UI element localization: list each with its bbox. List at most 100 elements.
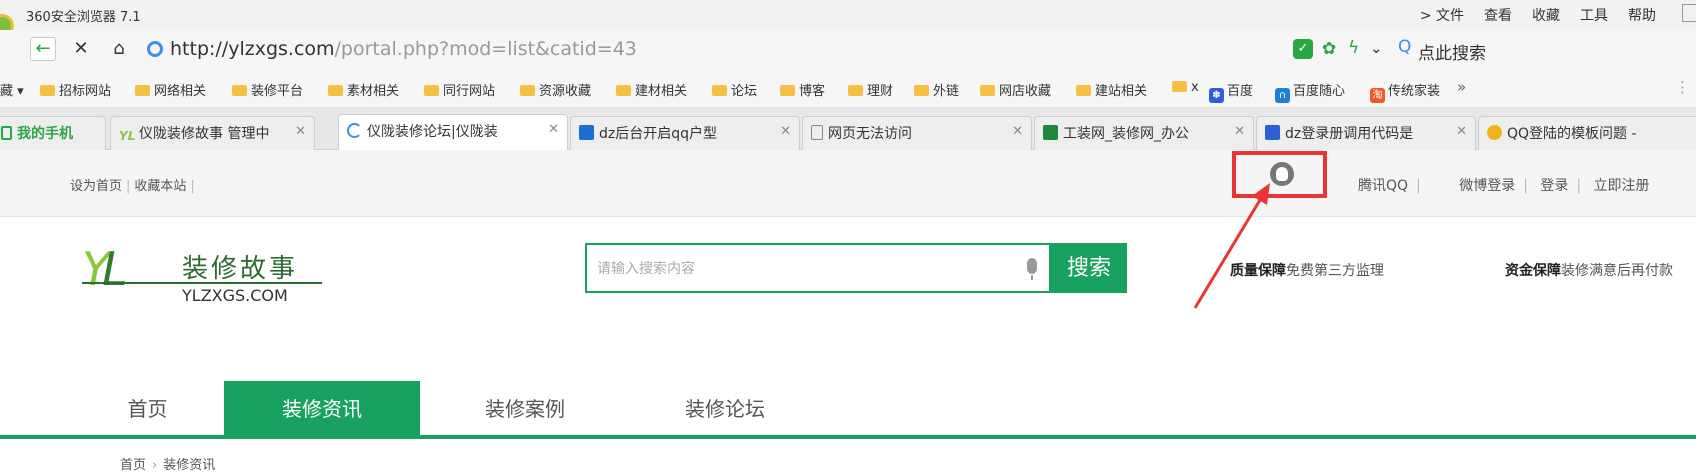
menu-help[interactable]: 帮助 — [1628, 5, 1656, 25]
search-button[interactable]: 搜索 — [1051, 243, 1127, 293]
logo-chinese: 装修故事 — [182, 254, 299, 284]
weibo-login-link[interactable]: 微博登录 — [1459, 178, 1515, 194]
bookmark-item[interactable]: 招标网站 — [40, 80, 111, 99]
tab-qq-template[interactable]: QQ登陆的模板问题 - — [1478, 116, 1696, 150]
folder-icon — [232, 85, 247, 96]
address-bar[interactable]: http://ylzxgs.com/portal.php?mod=list&ca… — [170, 38, 637, 60]
bookmark-item[interactable]: 同行网站 — [424, 80, 495, 99]
close-icon[interactable]: ✕ — [1234, 124, 1245, 139]
folder-icon — [328, 85, 343, 96]
bookmark-item[interactable]: 理财 — [848, 80, 893, 99]
site-search-input[interactable] — [597, 257, 977, 281]
close-icon[interactable]: ✕ — [1456, 124, 1467, 139]
qq-penguin-icon[interactable] — [1270, 162, 1294, 186]
menu-view[interactable]: 查看 — [1484, 5, 1512, 25]
baidu-paw-icon: ✽ — [1209, 88, 1224, 103]
back-arrow-icon[interactable]: ← — [30, 37, 56, 61]
tab-gongzhuang[interactable]: 工装网_装修网_办公 ✕ — [1034, 116, 1254, 150]
folder-icon — [40, 85, 55, 96]
url-path: /portal.php?mod=list&catid=43 — [334, 38, 637, 60]
stop-icon[interactable]: ✕ — [70, 38, 92, 60]
chevron-down-icon[interactable]: ⌄ — [1370, 39, 1383, 57]
bookmarks-menu[interactable]: 藏 ▾ — [0, 80, 24, 99]
bookmark-item[interactable]: 外链 — [914, 80, 959, 99]
window-control-button[interactable] — [1682, 4, 1696, 22]
baidu-paw-icon — [1265, 125, 1280, 140]
bookmark-item[interactable]: x — [1172, 80, 1199, 95]
login-link[interactable]: 登录 — [1540, 178, 1568, 194]
browser-search-input[interactable]: 点此搜索 — [1418, 39, 1486, 64]
tab-admin[interactable]: YL 仪陇装修故事 管理中 ✕ — [110, 116, 315, 150]
close-icon[interactable]: ✕ — [548, 122, 559, 137]
folder-icon — [135, 85, 150, 96]
tab-strip: 我的手机 YL 仪陇装修故事 管理中 ✕ 仪陇装修论坛|仪陇装 ✕ dz后台开启qq户… — [0, 108, 1696, 151]
site-search-box — [585, 243, 1051, 293]
extension-icon[interactable]: ✿ — [1322, 39, 1336, 59]
tab-dz-login[interactable]: dz登录册调用代码是 ✕ — [1256, 116, 1476, 150]
nav-home[interactable]: 首页 — [95, 381, 200, 437]
close-icon[interactable]: ✕ — [1012, 124, 1023, 139]
folder-icon — [980, 85, 995, 96]
tab-page-error[interactable]: 网页无法访问 ✕ — [802, 116, 1032, 150]
tab-dz-qq[interactable]: dz后台开启qq户型 ✕ — [570, 116, 800, 150]
bookmark-item[interactable]: 网店收藏 — [980, 80, 1051, 99]
folder-icon — [520, 85, 535, 96]
bookmark-item[interactable]: 淘传统家装 — [1370, 80, 1440, 103]
breadcrumb: 首页 › 装修资讯 — [120, 458, 216, 473]
nav-news[interactable]: 装修资讯 — [224, 381, 420, 437]
logo-english: YLZXGS.COM — [182, 286, 288, 305]
tab-my-phone[interactable]: 我的手机 — [0, 116, 106, 150]
microphone-icon[interactable] — [1027, 258, 1037, 280]
phone-icon — [1, 126, 12, 140]
page-icon — [811, 125, 823, 140]
menu-file[interactable]: > 文件 — [1420, 5, 1464, 25]
nav-cases[interactable]: 装修案例 — [450, 381, 600, 437]
search-icon[interactable]: Q — [1398, 37, 1411, 57]
bookmark-item[interactable]: 博客 — [780, 80, 825, 99]
bookmark-item[interactable]: 资源收藏 — [520, 80, 591, 99]
security-shield-icon[interactable]: ✓ — [1293, 39, 1313, 59]
tab-forum-active[interactable]: 仪陇装修论坛|仪陇装 ✕ — [338, 114, 568, 151]
site-top-strip: 设为首页 | 收藏本站 | 腾讯QQ | 微博登录 | 登录 | 立即注册 — [0, 150, 1696, 217]
bookmark-item[interactable]: 建站相关 — [1076, 80, 1147, 99]
close-icon[interactable]: ✕ — [295, 124, 306, 139]
folder-icon — [848, 85, 863, 96]
menu-favorites[interactable]: 收藏 — [1532, 5, 1560, 25]
bookmark-item[interactable]: ✽ 百度 — [1209, 80, 1253, 103]
gz-logo-icon — [1043, 125, 1058, 140]
bookmark-item[interactable]: ∩ 百度随心 — [1275, 80, 1345, 103]
yl-logo-icon: YL — [119, 129, 136, 143]
bookmark-item[interactable]: 装修平台 — [232, 80, 303, 99]
lightning-icon[interactable]: ϟ — [1348, 38, 1359, 58]
loading-spinner-icon — [347, 123, 362, 138]
folder-icon — [424, 85, 439, 96]
bookmark-item[interactable]: 论坛 — [712, 80, 757, 99]
site-logo[interactable]: YL 装修故事 YLZXGS.COM — [82, 238, 322, 308]
window-titlebar: 360安全浏览器 7.1 > 文件 查看 收藏 工具 帮助 — [0, 0, 1696, 38]
menu-tools[interactable]: 工具 — [1580, 5, 1608, 25]
folder-icon — [1172, 81, 1187, 92]
breadcrumb-home[interactable]: 首页 — [120, 458, 146, 473]
bookmark-item[interactable]: 素材相关 — [328, 80, 399, 99]
nav-underline — [0, 435, 1696, 439]
folder-icon — [780, 85, 795, 96]
bookmarks-overflow-icon[interactable]: » — [1457, 78, 1466, 96]
logo-divider — [82, 282, 322, 284]
bookmark-item[interactable]: 建材相关 — [616, 80, 687, 99]
home-icon[interactable]: ⌂ — [108, 38, 130, 60]
qq-yellow-icon — [1487, 125, 1502, 140]
close-icon[interactable]: ✕ — [780, 124, 791, 139]
tencent-qq-link[interactable]: 腾讯QQ — [1358, 178, 1408, 194]
bookmarks-bar: 藏 ▾ 招标网站 网络相关 装修平台 素材相关 同行网站 资源收藏 建材相关 论… — [0, 68, 1696, 108]
set-homepage-link[interactable]: 设为首页 — [70, 179, 122, 194]
bookmark-item[interactable]: 网络相关 — [135, 80, 206, 99]
register-link[interactable]: 立即注册 — [1594, 178, 1650, 194]
bookmark-site-link[interactable]: 收藏本站 — [134, 179, 186, 194]
nav-forum[interactable]: 装修论坛 — [650, 381, 800, 437]
main-navigation: 首页 装修资讯 装修案例 装修论坛 — [0, 381, 1696, 437]
top-left-links: 设为首页 | 收藏本站 | — [70, 179, 195, 194]
breadcrumb-news[interactable]: 装修资讯 — [163, 458, 215, 473]
top-right-links: 腾讯QQ | 微博登录 | 登录 | 立即注册 — [1358, 178, 1650, 194]
vertical-dots-icon[interactable]: ⋮ — [1675, 78, 1690, 96]
folder-icon — [616, 85, 631, 96]
